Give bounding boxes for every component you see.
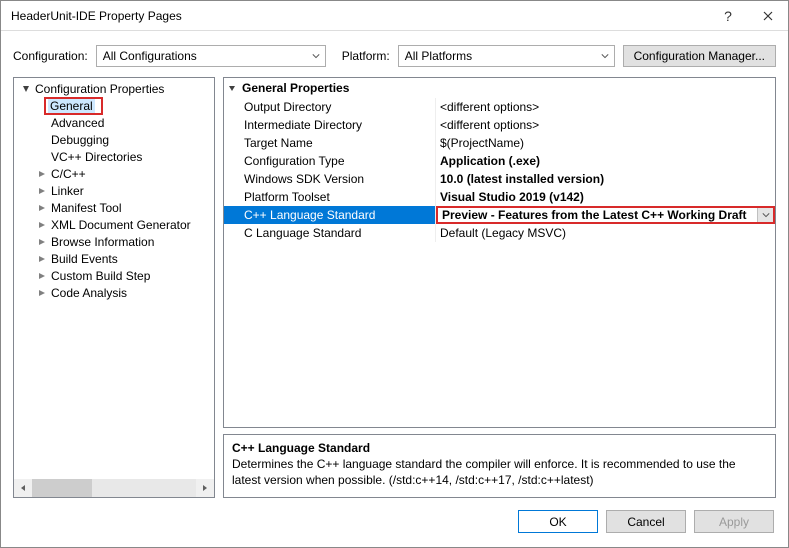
platform-value: All Platforms <box>405 49 472 63</box>
config-toolbar: Configuration: All Configurations Platfo… <box>1 31 788 77</box>
property-value[interactable]: <different options> <box>436 98 775 116</box>
property-grid[interactable]: General Properties Output Directory<diff… <box>223 77 776 428</box>
tree-item-label: Linker <box>48 184 87 198</box>
tree-item[interactable]: XML Document Generator <box>14 216 214 233</box>
tree-item-label: C/C++ <box>48 167 89 181</box>
apply-button[interactable]: Apply <box>694 510 774 533</box>
grid-category-header[interactable]: General Properties <box>224 78 775 98</box>
property-name: Intermediate Directory <box>224 116 436 134</box>
tree-item-label: VC++ Directories <box>48 150 145 164</box>
tree-item[interactable]: Browse Information <box>14 233 214 250</box>
tree-item[interactable]: Debugging <box>14 131 214 148</box>
property-value[interactable]: Preview - Features from the Latest C++ W… <box>436 206 775 224</box>
properties-panel: General Properties Output Directory<diff… <box>223 77 776 498</box>
property-name: Output Directory <box>224 98 436 116</box>
scroll-track[interactable] <box>32 479 196 497</box>
scroll-right-button[interactable] <box>196 479 214 497</box>
tree-item[interactable]: Custom Build Step <box>14 267 214 284</box>
description-pane: C++ Language Standard Determines the C++… <box>223 434 776 498</box>
description-title: C++ Language Standard <box>232 441 767 455</box>
tree-item-label: Debugging <box>48 133 112 147</box>
dropdown-button[interactable] <box>757 208 773 222</box>
highlight-value: Preview - Features from the Latest C++ W… <box>436 206 775 224</box>
tree-item-label: XML Document Generator <box>48 218 194 232</box>
expand-icon[interactable] <box>36 253 48 265</box>
property-value-text: Preview - Features from the Latest C++ W… <box>442 208 747 222</box>
configuration-dropdown[interactable]: All Configurations <box>96 45 326 67</box>
tree-item-label: General <box>48 99 95 113</box>
config-tree[interactable]: Configuration Properties General Advance… <box>14 78 214 479</box>
property-value[interactable]: 10.0 (latest installed version) <box>436 170 775 188</box>
expand-icon[interactable] <box>36 287 48 299</box>
horizontal-scrollbar[interactable] <box>14 479 214 497</box>
scroll-left-button[interactable] <box>14 479 32 497</box>
expand-icon[interactable] <box>36 236 48 248</box>
property-row[interactable]: Windows SDK Version10.0 (latest installe… <box>224 170 775 188</box>
dialog-footer: OK Cancel Apply <box>1 498 788 547</box>
property-name: Target Name <box>224 134 436 152</box>
property-row[interactable]: Intermediate Directory<different options… <box>224 116 775 134</box>
tree-item[interactable]: Linker <box>14 182 214 199</box>
property-name: C++ Language Standard <box>224 206 436 224</box>
tree-panel: Configuration Properties General Advance… <box>13 77 215 498</box>
tree-item[interactable]: Code Analysis <box>14 284 214 301</box>
tree-root[interactable]: Configuration Properties <box>14 80 214 97</box>
description-text: Determines the C++ language standard the… <box>232 457 767 488</box>
configuration-value: All Configurations <box>103 49 197 63</box>
chevron-down-icon <box>596 46 614 66</box>
tree-item-label: Manifest Tool <box>48 201 124 215</box>
property-value[interactable]: Default (Legacy MSVC) <box>436 224 775 242</box>
expand-icon[interactable] <box>36 219 48 231</box>
titlebar: HeaderUnit-IDE Property Pages ? <box>1 1 788 31</box>
property-row[interactable]: Configuration TypeApplication (.exe) <box>224 152 775 170</box>
property-value[interactable]: Application (.exe) <box>436 152 775 170</box>
expand-icon[interactable] <box>36 168 48 180</box>
expand-icon[interactable] <box>36 270 48 282</box>
close-icon <box>763 11 773 21</box>
grid-category-label: General Properties <box>242 81 349 95</box>
highlight-general: General <box>44 97 103 115</box>
tree-item-general[interactable]: General <box>14 97 214 114</box>
property-row[interactable]: C Language StandardDefault (Legacy MSVC) <box>224 224 775 242</box>
scroll-thumb[interactable] <box>32 479 92 497</box>
property-row[interactable]: Output Directory<different options> <box>224 98 775 116</box>
property-name: Platform Toolset <box>224 188 436 206</box>
platform-label: Platform: <box>342 49 390 63</box>
tree-item[interactable]: VC++ Directories <box>14 148 214 165</box>
expand-icon[interactable] <box>36 185 48 197</box>
property-name: C Language Standard <box>224 224 436 242</box>
dialog-body: Configuration Properties General Advance… <box>1 77 788 498</box>
property-value[interactable]: $(ProjectName) <box>436 134 775 152</box>
tree-root-label: Configuration Properties <box>32 82 167 96</box>
property-name: Configuration Type <box>224 152 436 170</box>
property-value[interactable]: Visual Studio 2019 (v142) <box>436 188 775 206</box>
expand-icon[interactable] <box>36 202 48 214</box>
property-row[interactable]: Target Name$(ProjectName) <box>224 134 775 152</box>
tree-item-label: Code Analysis <box>48 286 130 300</box>
ok-button[interactable]: OK <box>518 510 598 533</box>
platform-dropdown[interactable]: All Platforms <box>398 45 615 67</box>
help-button[interactable]: ? <box>708 1 748 31</box>
cancel-button[interactable]: Cancel <box>606 510 686 533</box>
property-row[interactable]: C++ Language Standard Preview - Features … <box>224 206 775 224</box>
tree-item[interactable]: Advanced <box>14 114 214 131</box>
tree-item[interactable]: C/C++ <box>14 165 214 182</box>
tree-item-label: Browse Information <box>48 235 157 249</box>
tree-item-label: Advanced <box>48 116 107 130</box>
collapse-icon[interactable] <box>20 83 32 95</box>
tree-item-label: Custom Build Step <box>48 269 153 283</box>
config-label: Configuration: <box>13 49 88 63</box>
collapse-icon[interactable] <box>228 81 236 95</box>
chevron-down-icon <box>307 46 325 66</box>
tree-item[interactable]: Build Events <box>14 250 214 267</box>
property-value[interactable]: <different options> <box>436 116 775 134</box>
property-row[interactable]: Platform ToolsetVisual Studio 2019 (v142… <box>224 188 775 206</box>
tree-item[interactable]: Manifest Tool <box>14 199 214 216</box>
window-title: HeaderUnit-IDE Property Pages <box>11 9 708 23</box>
property-name: Windows SDK Version <box>224 170 436 188</box>
tree-item-label: Build Events <box>48 252 121 266</box>
configuration-manager-button[interactable]: Configuration Manager... <box>623 45 776 67</box>
close-button[interactable] <box>748 1 788 31</box>
